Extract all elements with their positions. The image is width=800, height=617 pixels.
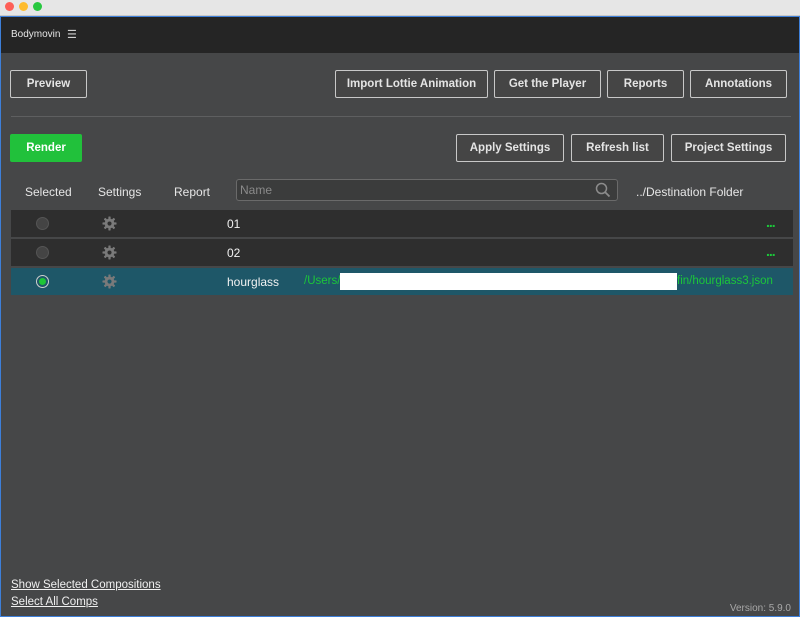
render-button[interactable]: Render <box>10 134 82 162</box>
minimize-window-button[interactable] <box>19 2 28 11</box>
more-options-icon[interactable]: ... <box>766 243 776 259</box>
version-label: Version: 5.9.0 <box>729 603 791 614</box>
column-selected: Selected <box>25 185 72 199</box>
search-icon[interactable] <box>595 182 611 198</box>
search-box <box>236 179 618 201</box>
import-lottie-button[interactable]: Import Lottie Animation <box>335 70 488 98</box>
apply-settings-button[interactable]: Apply Settings <box>456 134 564 162</box>
show-selected-compositions-link[interactable]: Show Selected Compositions <box>11 579 161 591</box>
comp-select-radio[interactable] <box>36 275 49 288</box>
get-player-button[interactable]: Get the Player <box>494 70 601 98</box>
gear-icon[interactable] <box>102 274 117 289</box>
more-options-icon[interactable]: ... <box>766 214 776 230</box>
hamburger-icon[interactable]: ☰ <box>67 28 77 41</box>
gear-icon[interactable] <box>102 216 117 231</box>
app-window: Bodymovin ☰ Preview Import Lottie Animat… <box>0 0 800 617</box>
comp-name: 02 <box>227 246 241 260</box>
comp-select-radio[interactable] <box>36 217 49 230</box>
comp-row[interactable]: 01 ... <box>11 210 793 237</box>
comp-name: 01 <box>227 217 241 231</box>
close-window-button[interactable] <box>5 2 14 11</box>
column-destination: ../Destination Folder <box>636 185 744 199</box>
app-title: Bodymovin <box>11 29 61 40</box>
search-input[interactable] <box>240 182 590 198</box>
destination-path-suffix: fin/hourglass3.json <box>677 275 773 287</box>
toolbar-divider <box>11 116 791 117</box>
select-all-comps-link[interactable]: Select All Comps <box>11 596 98 608</box>
comp-name: hourglass <box>227 275 280 289</box>
refresh-list-button[interactable]: Refresh list <box>571 134 664 162</box>
gear-icon[interactable] <box>102 245 117 260</box>
reports-button[interactable]: Reports <box>607 70 684 98</box>
preview-button[interactable]: Preview <box>10 70 87 98</box>
window-titlebar <box>0 0 800 16</box>
column-report: Report <box>174 185 211 199</box>
comp-select-radio[interactable] <box>36 246 49 259</box>
comp-row[interactable]: 02 ... <box>11 239 793 266</box>
destination-path-prefix: /Users/ <box>304 275 341 287</box>
annotations-button[interactable]: Annotations <box>690 70 787 98</box>
panel-header: Bodymovin ☰ <box>1 17 799 53</box>
maximize-window-button[interactable] <box>33 2 42 11</box>
column-settings: Settings <box>98 185 142 199</box>
bodymovin-panel: Bodymovin ☰ Preview Import Lottie Animat… <box>0 16 800 617</box>
project-settings-button[interactable]: Project Settings <box>671 134 786 162</box>
comp-row-selected[interactable]: hourglass /Users/ fin/hourglass3.json <box>11 268 793 295</box>
redacted-path-segment <box>340 273 677 290</box>
